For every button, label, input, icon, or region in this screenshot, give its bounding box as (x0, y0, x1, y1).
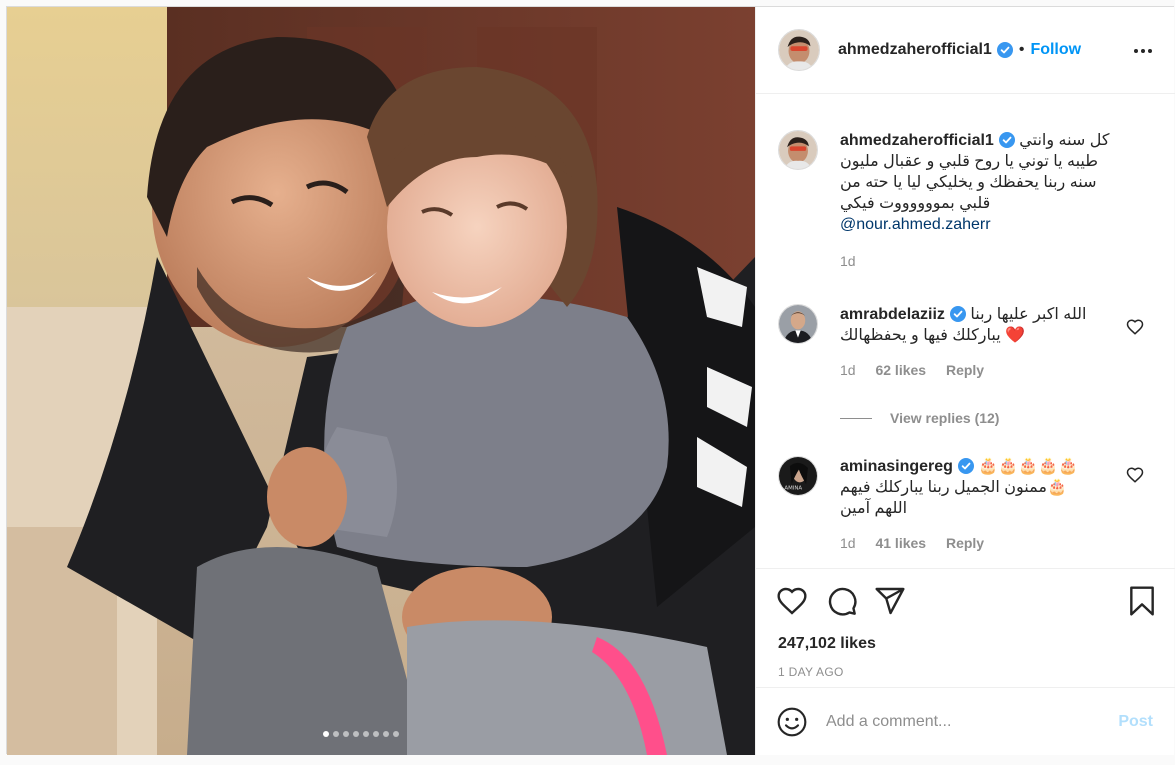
carousel-dot[interactable] (333, 731, 339, 737)
carousel-dot[interactable] (393, 731, 399, 737)
comment-composer: Post (756, 687, 1175, 755)
emoji-icon[interactable] (776, 706, 808, 738)
carousel-dot[interactable] (373, 731, 379, 737)
heart-emoji: ❤️ (1005, 327, 1026, 344)
post-photo[interactable] (7, 7, 755, 755)
more-options-icon[interactable] (1131, 39, 1155, 63)
verified-badge-icon (998, 132, 1015, 148)
svg-text:AMINA: AMINA (784, 486, 802, 492)
caption-line: طيبه يا توني يا روح قلبي و عقبال مليون (840, 153, 1098, 170)
comment-likes[interactable]: 41 likes (875, 535, 926, 551)
view-replies-button[interactable]: View replies (12) (840, 410, 999, 426)
author-username[interactable]: ahmedzaherofficial1 (838, 41, 992, 59)
post-date: 1 DAY AGO (778, 665, 844, 679)
bookmark-icon[interactable] (1126, 585, 1158, 617)
carousel-dot[interactable] (353, 731, 359, 737)
reply-button[interactable]: Reply (946, 362, 984, 378)
caption-line: سنه ربنا يحفظك و يخليكي ليا يا حته من (840, 174, 1097, 191)
view-replies-line (840, 417, 872, 419)
comment-text: يباركلك فيها و يحفظهالك (840, 327, 1001, 344)
comment-item: amrabdelaziiz الله اكبر عليها ربنا يبارك… (778, 304, 1158, 381)
caption-avatar[interactable] (778, 130, 818, 170)
photo-illustration (7, 7, 755, 755)
like-count[interactable]: 247,102 likes (778, 635, 876, 653)
post-header: ahmedzaherofficial1 • Follow (756, 7, 1175, 94)
author-avatar[interactable] (778, 29, 820, 71)
caption-mention-link[interactable]: @nour.ahmed.zaherr (840, 216, 991, 233)
comment-item: AMINA aminasingereg 🎂🎂🎂🎂🎂 ممنون الجميل ر… (778, 456, 1158, 554)
comment-input[interactable] (826, 712, 1096, 731)
caption-line: كل سنه وانتي (1019, 132, 1110, 149)
header-separator: • (1018, 41, 1025, 58)
caption-age: 1d (840, 253, 856, 269)
caption-line: قلبي بمووووووت فيكي (840, 195, 991, 212)
carousel-dot[interactable] (363, 731, 369, 737)
carousel-dot[interactable] (323, 731, 329, 737)
caption-username[interactable]: ahmedzaherofficial1 (840, 132, 994, 149)
comment-like-icon[interactable] (1126, 466, 1144, 484)
view-replies-label: View replies (12) (890, 410, 1000, 426)
comment-likes[interactable]: 62 likes (875, 362, 926, 378)
comment-text: ممنون الجميل ربنا يباركلك فيهم (840, 479, 1047, 496)
comment-age: 1d (840, 535, 856, 551)
carousel-indicator (323, 731, 399, 737)
caption: ahmedzaherofficial1 كل سنه وانتي طيبه يا… (778, 130, 1158, 272)
post-comment-button[interactable]: Post (1118, 713, 1153, 731)
verified-badge-icon (996, 42, 1013, 58)
carousel-dot[interactable] (383, 731, 389, 737)
commenter-avatar[interactable]: AMINA (778, 456, 818, 496)
comment-like-icon[interactable] (1126, 318, 1144, 336)
comment-text: اللهم آمين (840, 500, 908, 517)
commenter-username[interactable]: aminasingereg (840, 458, 953, 475)
cake-emojis: 🎂🎂🎂🎂🎂 (978, 458, 1078, 475)
comments-list[interactable]: ahmedzaherofficial1 كل سنه وانتي طيبه يا… (756, 94, 1175, 568)
follow-button[interactable]: Follow (1030, 41, 1081, 59)
cake-emoji: 🎂 (1046, 479, 1067, 496)
comment-icon[interactable] (826, 585, 858, 617)
carousel-dot[interactable] (343, 731, 349, 737)
post-actions: 247,102 likes 1 DAY AGO (756, 568, 1175, 687)
comment-text: الله اكبر عليها ربنا (970, 306, 1087, 323)
verified-badge-icon (957, 458, 974, 474)
share-icon[interactable] (874, 585, 906, 617)
post-dialog: ahmedzaherofficial1 • Follow ahmedzahero… (6, 6, 1175, 755)
post-side-panel: ahmedzaherofficial1 • Follow ahmedzahero… (755, 7, 1175, 755)
verified-badge-icon (949, 306, 966, 322)
heart-icon[interactable] (776, 585, 808, 617)
reply-button[interactable]: Reply (946, 535, 984, 551)
commenter-avatar[interactable] (778, 304, 818, 344)
comment-age: 1d (840, 362, 856, 378)
commenter-username[interactable]: amrabdelaziiz (840, 306, 945, 323)
